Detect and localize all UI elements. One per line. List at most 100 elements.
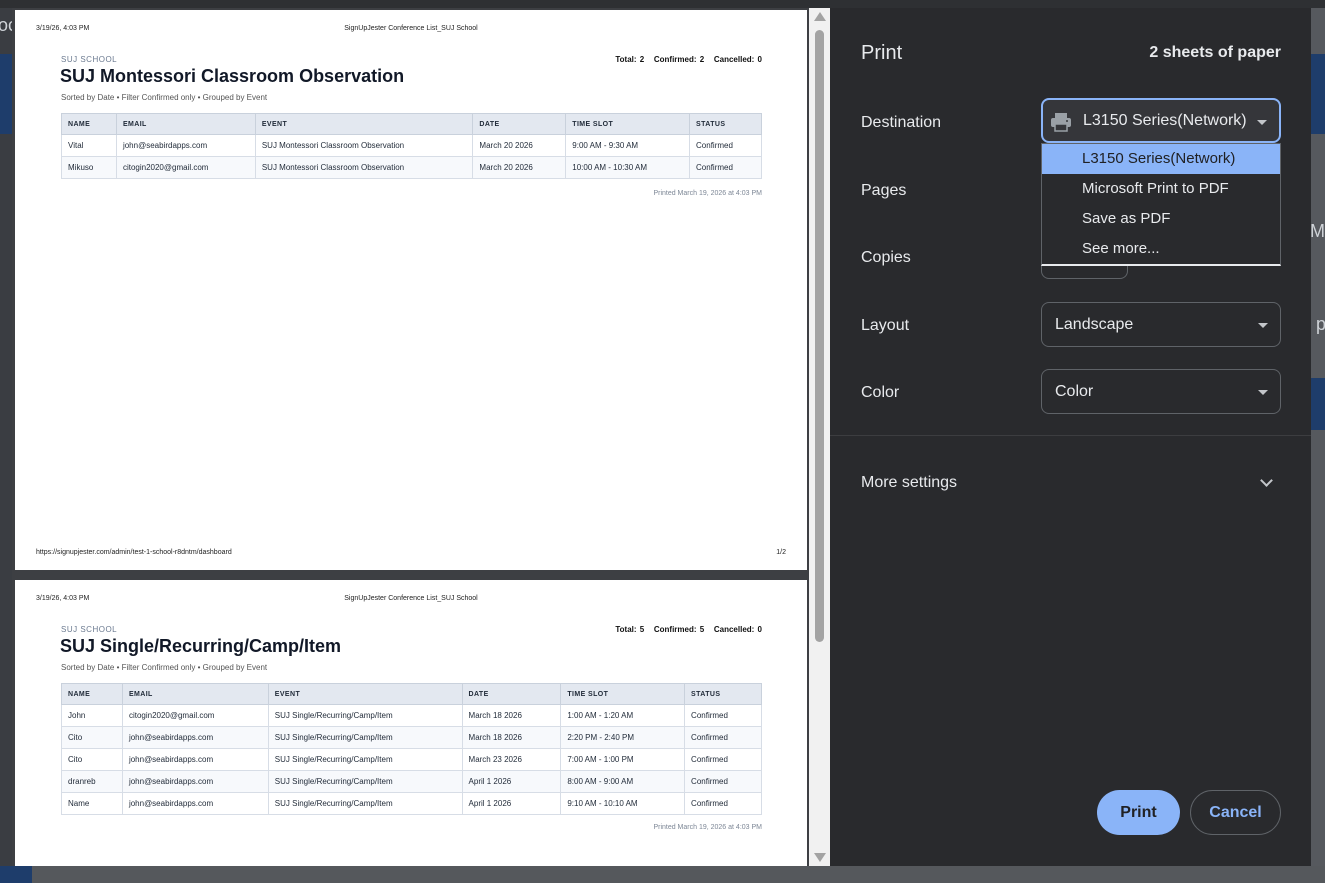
divider — [830, 435, 1311, 436]
cell: Confirmed — [684, 726, 762, 749]
table-row: Mikuso citogin2020@gmail.com SUJ Montess… — [61, 156, 762, 179]
backdrop-bottom — [0, 866, 1325, 883]
printed-timestamp: Printed March 19, 2026 at 4:03 PM — [653, 824, 762, 831]
cell: April 1 2026 — [461, 770, 562, 793]
sort-filter-info: Sorted by Date • Filter Confirmed only •… — [61, 663, 268, 672]
cell: Confirmed — [684, 704, 762, 727]
destination-option[interactable]: See more... — [1042, 234, 1280, 264]
table-row: Name john@seabirdapps.com SUJ Single/Rec… — [61, 792, 762, 815]
chevron-down-icon[interactable] — [1260, 474, 1273, 487]
page-header-title: SignUpJester Conference List_SUJ School — [344, 25, 478, 32]
totals-summary: Total: 2 Confirmed: 2 Cancelled: 0 — [615, 55, 762, 64]
col-header: STATUS — [689, 113, 762, 135]
panel-title: Print — [861, 42, 903, 64]
col-header: EMAIL — [121, 683, 269, 705]
cell: Cito — [61, 748, 123, 771]
destination-select[interactable]: L3150 Series(Network) — [1041, 98, 1281, 143]
col-header: DATE — [461, 683, 562, 705]
pages-label: Pages — [861, 182, 907, 199]
destination-option[interactable]: L3150 Series(Network) — [1042, 144, 1280, 174]
table-row: Cito john@seabirdapps.com SUJ Single/Rec… — [61, 748, 762, 771]
cell: Confirmed — [684, 792, 762, 815]
printer-icon — [1051, 113, 1071, 132]
cell: March 18 2026 — [461, 726, 562, 749]
backdrop-top — [0, 0, 1325, 8]
color-select[interactable]: Color — [1041, 369, 1281, 414]
table-header-row: NAME EMAIL EVENT DATE TIME SLOT STATUS — [61, 113, 762, 135]
col-header: NAME — [61, 683, 123, 705]
table-header-row: NAME EMAIL EVENT DATE TIME SLOT STATUS — [61, 683, 762, 705]
col-header: STATUS — [684, 683, 762, 705]
cell: Confirmed — [689, 134, 762, 157]
cell: March 20 2026 — [472, 134, 567, 157]
signup-table: NAME EMAIL EVENT DATE TIME SLOT STATUS V… — [61, 113, 762, 179]
school-name: SUJ SCHOOL — [61, 625, 118, 634]
copies-label: Copies — [861, 249, 911, 266]
cell: 8:00 AM - 9:00 AM — [560, 770, 686, 793]
event-title: SUJ Montessori Classroom Observation — [60, 66, 405, 86]
backdrop-bottom-left — [0, 866, 32, 883]
table-row: Cito john@seabirdapps.com SUJ Single/Rec… — [61, 726, 762, 749]
cell: Name — [61, 792, 123, 815]
print-settings-panel: Print 2 sheets of paper Destination L315… — [830, 8, 1311, 866]
scroll-up-arrow-icon[interactable] — [814, 12, 826, 21]
cell: 7:00 AM - 1:00 PM — [560, 748, 686, 771]
cell: Cito — [61, 726, 123, 749]
more-settings-toggle[interactable]: More settings — [861, 474, 957, 492]
table-row: dranreb john@seabirdapps.com SUJ Single/… — [61, 770, 762, 793]
cell: March 20 2026 — [472, 156, 567, 179]
col-header: DATE — [472, 113, 567, 135]
cell: 9:10 AM - 10:10 AM — [560, 792, 686, 815]
preview-page-1: 3/19/26, 4:03 PM SignUpJester Conference… — [15, 10, 807, 570]
cell: dranreb — [61, 770, 123, 793]
scroll-down-arrow-icon[interactable] — [814, 853, 826, 862]
layout-label: Layout — [861, 317, 910, 334]
backdrop-right — [1311, 8, 1325, 883]
destination-label: Destination — [861, 114, 942, 131]
cell: john@seabirdapps.com — [121, 726, 269, 749]
cell: Mikuso — [61, 156, 117, 179]
backdrop-text-right-1: Mo — [1310, 221, 1325, 241]
backdrop-banner-left — [0, 54, 12, 134]
color-value: Color — [1055, 383, 1094, 400]
school-name: SUJ SCHOOL — [61, 55, 118, 64]
col-header: TIME SLOT — [560, 683, 686, 705]
destination-option[interactable]: Save as PDF — [1042, 204, 1280, 234]
cancel-button[interactable]: Cancel — [1190, 790, 1281, 835]
dropdown-arrow-icon — [1257, 120, 1267, 125]
cell: Confirmed — [684, 748, 762, 771]
cell: SUJ Single/Recurring/Camp/Item — [267, 748, 463, 771]
cell: john@seabirdapps.com — [121, 748, 269, 771]
col-header: EVENT — [254, 113, 474, 135]
col-header: EVENT — [267, 683, 463, 705]
print-button[interactable]: Print — [1097, 790, 1180, 835]
signup-table: NAME EMAIL EVENT DATE TIME SLOT STATUS J… — [61, 683, 762, 815]
backdrop-banner-right — [1311, 54, 1325, 134]
cell: citogin2020@gmail.com — [121, 704, 269, 727]
cell: 2:20 PM - 2:40 PM — [560, 726, 686, 749]
destination-dropdown-list: L3150 Series(Network) Microsoft Print to… — [1041, 143, 1281, 266]
layout-select[interactable]: Landscape — [1041, 302, 1281, 347]
cell: 10:00 AM - 10:30 AM — [565, 156, 691, 179]
cell: Confirmed — [689, 156, 762, 179]
cell: John — [61, 704, 123, 727]
cell: 1:00 AM - 1:20 AM — [560, 704, 686, 727]
scrollbar-thumb[interactable] — [815, 30, 824, 642]
print-preview: 3/19/26, 4:03 PM SignUpJester Conference… — [12, 8, 830, 866]
backdrop-banner-right-2 — [1311, 378, 1325, 430]
table-row: Vital john@seabirdapps.com SUJ Montessor… — [61, 134, 762, 157]
page-footer-number: 1/2 — [776, 549, 786, 556]
cell: SUJ Single/Recurring/Camp/Item — [267, 770, 463, 793]
cell: SUJ Single/Recurring/Camp/Item — [267, 704, 463, 727]
preview-scrollbar[interactable] — [809, 8, 830, 866]
destination-option[interactable]: Microsoft Print to PDF — [1042, 174, 1280, 204]
event-title: SUJ Single/Recurring/Camp/Item — [60, 636, 342, 656]
layout-value: Landscape — [1055, 316, 1134, 333]
printed-timestamp: Printed March 19, 2026 at 4:03 PM — [653, 190, 762, 197]
sheets-count: 2 sheets of paper — [1149, 44, 1281, 61]
sort-filter-info: Sorted by Date • Filter Confirmed only •… — [61, 93, 268, 102]
cell: john@seabirdapps.com — [121, 770, 269, 793]
col-header: EMAIL — [115, 113, 256, 135]
cell: SUJ Montessori Classroom Observation — [254, 156, 474, 179]
preview-page-2: 3/19/26, 4:03 PM SignUpJester Conference… — [15, 580, 807, 866]
